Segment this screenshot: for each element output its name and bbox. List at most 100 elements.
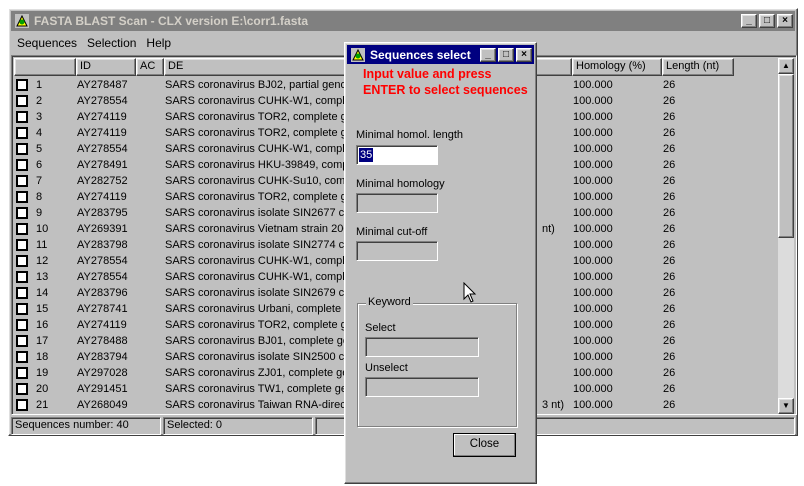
- row-checkbox[interactable]: [16, 95, 28, 107]
- keyword-select-input[interactable]: [365, 337, 479, 357]
- row-description: SARS coronavirus Vietnam strain 2003: [165, 223, 355, 235]
- row-homology: 100.000: [573, 287, 613, 299]
- row-number: 7: [36, 175, 43, 187]
- row-length: 26: [663, 287, 676, 299]
- scroll-down-icon[interactable]: ▼: [778, 398, 794, 414]
- row-checkbox[interactable]: [16, 351, 28, 363]
- close-dialog-button[interactable]: Close: [453, 433, 516, 457]
- min-cutoff-input[interactable]: [356, 241, 438, 261]
- row-homology: 100.000: [573, 79, 613, 91]
- row-homology: 100.000: [573, 143, 613, 155]
- row-description: SARS coronavirus CUHK-Su10, comp: [165, 175, 352, 187]
- row-number: 8: [36, 191, 43, 203]
- row-checkbox[interactable]: [16, 399, 28, 411]
- row-number: 14: [36, 287, 49, 299]
- dialog-minimize-button[interactable]: _: [480, 47, 496, 62]
- row-length: 26: [663, 159, 676, 171]
- row-homology: 100.000: [573, 351, 613, 363]
- maximize-button[interactable]: □: [759, 14, 775, 28]
- row-id: AY282752: [77, 175, 128, 187]
- row-checkbox[interactable]: [16, 191, 28, 203]
- unselect-label: Unselect: [365, 362, 408, 374]
- row-length: 26: [663, 79, 676, 91]
- row-description: SARS coronavirus CUHK-W1, comple: [165, 143, 351, 155]
- col-header-select[interactable]: [14, 58, 76, 76]
- row-length: 26: [663, 191, 676, 203]
- row-checkbox[interactable]: [16, 159, 28, 171]
- row-description: SARS coronavirus CUHK-W1, comple: [165, 271, 351, 283]
- min-homol-length-input[interactable]: 35: [356, 145, 438, 165]
- col-header-ac[interactable]: AC: [136, 58, 164, 76]
- row-checkbox[interactable]: [16, 335, 28, 347]
- row-id: AY283798: [77, 239, 128, 251]
- row-description: SARS coronavirus CUHK-W1, comple: [165, 255, 351, 267]
- row-homology: 100.000: [573, 399, 613, 411]
- row-checkbox[interactable]: [16, 319, 28, 331]
- min-homol-length-value: 35: [359, 148, 374, 162]
- row-number: 1: [36, 79, 43, 91]
- minimize-button[interactable]: _: [741, 14, 757, 28]
- scroll-thumb[interactable]: [778, 74, 794, 238]
- col-header-id[interactable]: ID: [76, 58, 136, 76]
- row-checkbox[interactable]: [16, 255, 28, 267]
- row-checkbox[interactable]: [16, 143, 28, 155]
- row-checkbox[interactable]: [16, 287, 28, 299]
- col-header-homology[interactable]: Homology (%): [572, 58, 662, 76]
- row-id: AY274119: [77, 127, 127, 139]
- row-length: 26: [663, 127, 676, 139]
- row-checkbox[interactable]: [16, 383, 28, 395]
- row-checkbox[interactable]: [16, 223, 28, 235]
- row-description: SARS coronavirus HKU-39849, compl: [165, 159, 351, 171]
- row-checkbox[interactable]: [16, 207, 28, 219]
- row-checkbox[interactable]: [16, 239, 28, 251]
- menu-sequences[interactable]: Sequences: [11, 36, 81, 50]
- row-number: 12: [36, 255, 49, 267]
- row-description: SARS coronavirus CUHK-W1, comple: [165, 95, 351, 107]
- row-id: AY283796: [77, 287, 128, 299]
- row-description: SARS coronavirus TW1, complete ge: [165, 383, 347, 395]
- row-id: AY278487: [77, 79, 128, 91]
- row-number: 15: [36, 303, 49, 315]
- row-homology: 100.000: [573, 127, 613, 139]
- row-checkbox[interactable]: [16, 111, 28, 123]
- col-header-length[interactable]: Length (nt): [662, 58, 734, 76]
- vertical-scrollbar[interactable]: ▲ ▼: [778, 58, 794, 414]
- row-id: AY269391: [77, 223, 128, 235]
- dialog-instruction: Input value and press ENTER to select se…: [363, 67, 528, 97]
- min-homol-length-label: Minimal homol. length: [356, 129, 463, 141]
- select-label: Select: [365, 322, 396, 334]
- window-title: FASTA BLAST Scan - CLX version E:\corr1.…: [34, 14, 309, 28]
- min-homology-input[interactable]: [356, 193, 438, 213]
- close-button[interactable]: ×: [777, 14, 793, 28]
- menu-selection[interactable]: Selection: [81, 36, 140, 50]
- row-id: AY283795: [77, 207, 128, 219]
- row-description: SARS coronavirus isolate SIN2500 co: [165, 351, 351, 363]
- scroll-up-icon[interactable]: ▲: [778, 58, 794, 74]
- row-length: 26: [663, 303, 676, 315]
- row-checkbox[interactable]: [16, 79, 28, 91]
- row-length: 26: [663, 319, 676, 331]
- row-number: 18: [36, 351, 49, 363]
- row-homology: 100.000: [573, 303, 613, 315]
- row-description: SARS coronavirus ZJ01, complete ge: [165, 367, 349, 379]
- main-title-bar: FASTA BLAST Scan - CLX version E:\corr1.…: [11, 11, 795, 31]
- row-description: SARS coronavirus Taiwan RNA-direct: [165, 399, 349, 411]
- row-checkbox[interactable]: [16, 175, 28, 187]
- row-checkbox[interactable]: [16, 271, 28, 283]
- keyword-unselect-input[interactable]: [365, 377, 479, 397]
- row-number: 9: [36, 207, 43, 219]
- row-number: 6: [36, 159, 43, 171]
- row-checkbox[interactable]: [16, 303, 28, 315]
- row-homology: 100.000: [573, 159, 613, 171]
- sequences-select-dialog: Sequences select _ □ × Input value and p…: [344, 42, 537, 484]
- row-checkbox[interactable]: [16, 367, 28, 379]
- menu-help[interactable]: Help: [140, 36, 175, 50]
- row-id: AY274119: [77, 319, 127, 331]
- row-id: AY297028: [77, 367, 128, 379]
- row-length: 26: [663, 175, 676, 187]
- row-homology: 100.000: [573, 95, 613, 107]
- row-checkbox[interactable]: [16, 127, 28, 139]
- row-homology: 100.000: [573, 111, 613, 123]
- dialog-close-button[interactable]: ×: [516, 47, 532, 62]
- dialog-maximize-button[interactable]: □: [498, 47, 514, 62]
